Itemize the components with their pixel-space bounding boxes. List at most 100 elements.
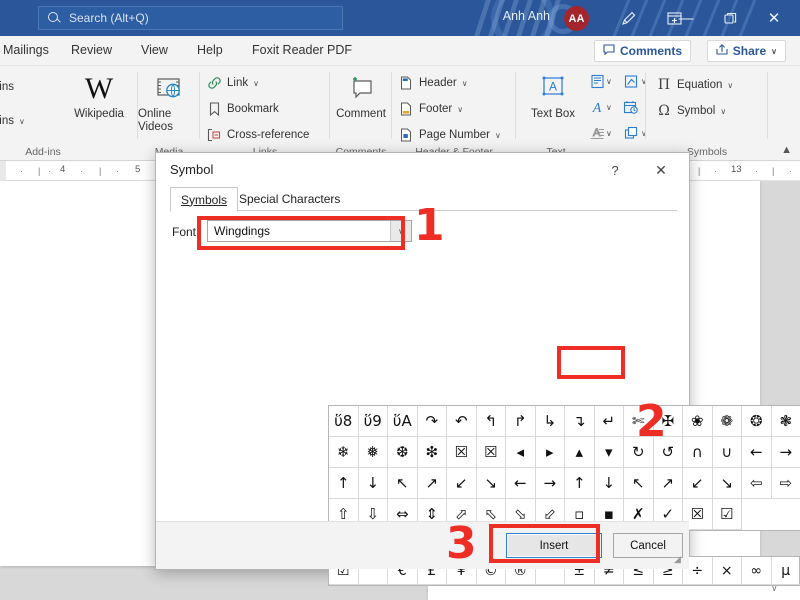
equation-button[interactable]: Π Equation ∨	[656, 74, 733, 96]
page-number-button[interactable]: Page Number ∨	[398, 124, 501, 146]
search-icon	[47, 11, 61, 25]
comments-button[interactable]: Comments	[593, 40, 691, 62]
symbol-grid-container[interactable]: ὕ8 ὕ9 ὕA ↷ ↶ ↰ ↱ ↳ ↴ ↵ ✄ ✠ ❀ ❁ ❂ ❃ ❄ ❅ ❆ ❇ ☒ ☒ ◂ ▸ ▴ ▾ ↻ ↺ ∩ ∪ ← → ↑ ↓ ↖ ↗ ↙…	[328, 405, 800, 531]
tab-symbols[interactable]: Symbols	[170, 187, 239, 212]
symbol-cell[interactable]: ↖	[624, 468, 654, 499]
symbol-cell[interactable]: ↓	[358, 468, 388, 499]
symbol-grid[interactable]: ὕ8 ὕ9 ὕA ↷ ↶ ↰ ↱ ↳ ↴ ↵ ✄ ✠ ❀ ❁ ❂ ❃ ❄ ❅ ❆ ❇ ☒ ☒ ◂ ▸ ▴ ▾ ↻ ↺ ∩ ∪ ← → ↑ ↓ ↖ ↗ ↙…	[329, 406, 800, 530]
symbol-cell[interactable]: ὕ9	[358, 406, 388, 437]
avatar[interactable]: AA	[564, 6, 589, 31]
recent-symbol-cell[interactable]: ×	[712, 557, 742, 585]
minimize-button[interactable]: —	[664, 0, 708, 36]
symbol-cell[interactable]: ∩	[683, 437, 713, 468]
symbol-cell[interactable]: ↰	[476, 406, 506, 437]
symbol-cell[interactable]: ὕA	[388, 406, 418, 437]
quick-parts-icon[interactable]	[586, 70, 608, 92]
symbol-cell[interactable]: ↵	[594, 406, 624, 437]
tab-foxit-reader-pdf[interactable]: Foxit Reader PDF	[245, 41, 359, 59]
chevron-down-icon[interactable]: ∨	[606, 129, 612, 138]
symbol-cell[interactable]: ❄	[329, 437, 359, 468]
tab-review[interactable]: Review	[64, 41, 119, 59]
symbol-cell[interactable]: ὕ8	[329, 406, 359, 437]
symbol-cell[interactable]: ↶	[447, 406, 477, 437]
signature-line-icon[interactable]	[620, 70, 642, 92]
symbol-cell[interactable]: →	[535, 468, 565, 499]
resize-grip-icon[interactable]: ◢	[674, 555, 686, 567]
symbol-cell[interactable]: ◂	[506, 437, 536, 468]
symbol-cell[interactable]: ☒	[447, 437, 477, 468]
symbol-cell[interactable]: ☒	[476, 437, 506, 468]
tab-special-characters[interactable]: Special Characters	[229, 187, 350, 211]
ribbon-group-addins: Add-ins Add-ins ∨ W Wikipedia Add-ins	[0, 66, 138, 161]
symbol-cell[interactable]: ↳	[535, 406, 565, 437]
symbol-cell[interactable]: ❀	[683, 406, 713, 437]
drop-cap-icon[interactable]: A	[586, 122, 608, 144]
object-icon[interactable]	[620, 122, 642, 144]
tab-view[interactable]: View	[134, 41, 175, 59]
symbol-cell[interactable]: ↴	[565, 406, 595, 437]
search-input[interactable]: Search (Alt+Q)	[38, 6, 343, 30]
close-icon[interactable]: ✕	[649, 160, 673, 180]
header-button[interactable]: Header ∨	[398, 72, 468, 94]
maximize-button[interactable]	[708, 0, 752, 36]
get-addins-button[interactable]: Add-ins	[0, 76, 14, 98]
symbol-cell[interactable]: ↗	[653, 468, 683, 499]
cross-reference-button[interactable]: Cross-reference	[206, 124, 309, 146]
text-box-button[interactable]: A Text Box	[522, 70, 584, 121]
symbol-cell[interactable]: ↖	[388, 468, 418, 499]
symbol-cell[interactable]: ⇦	[742, 468, 772, 499]
link-button[interactable]: Link ∨	[206, 72, 259, 94]
pen-highlighter-icon[interactable]	[606, 0, 650, 36]
symbol-cell[interactable]: ☑	[712, 499, 742, 530]
symbol-cell[interactable]: ❅	[358, 437, 388, 468]
symbol-cell[interactable]: ↙	[447, 468, 477, 499]
new-comment-button[interactable]: Comment	[330, 70, 392, 121]
symbol-cell[interactable]: ❇	[417, 437, 447, 468]
share-button[interactable]: Share ∨	[706, 40, 786, 62]
symbol-cell[interactable]: ↘	[476, 468, 506, 499]
symbol-cell[interactable]: ←	[742, 437, 772, 468]
recent-symbol-cell[interactable]: ∞	[742, 557, 772, 585]
footer-button[interactable]: Footer ∨	[398, 98, 463, 120]
account-name[interactable]: Anh Anh	[503, 9, 550, 23]
close-button[interactable]: ✕	[752, 0, 796, 36]
tab-mailings[interactable]: Mailings	[0, 41, 56, 59]
online-videos-button[interactable]: Online Videos	[138, 70, 200, 134]
symbol-cell[interactable]: ↑	[565, 468, 595, 499]
wordart-icon[interactable]: A	[586, 96, 608, 118]
wikipedia-button[interactable]: W Wikipedia	[68, 70, 130, 121]
symbol-cell[interactable]: ↘	[712, 468, 742, 499]
chevron-down-icon[interactable]: ∨	[606, 77, 612, 86]
date-time-icon[interactable]	[620, 96, 642, 118]
symbol-cell[interactable]: ❆	[388, 437, 418, 468]
new-comment-label: Comment	[336, 108, 386, 120]
my-addins-button[interactable]: Add-ins ∨	[0, 110, 25, 132]
symbol-cell[interactable]: ←	[506, 468, 536, 499]
symbol-cell[interactable]: ↱	[506, 406, 536, 437]
ribbon-group-media: Online Videos Media	[138, 66, 200, 161]
bookmark-button[interactable]: Bookmark	[206, 98, 279, 120]
symbol-cell[interactable]: ↓	[594, 468, 624, 499]
symbol-cell[interactable]: ▸	[535, 437, 565, 468]
symbol-cell[interactable]: ↙	[683, 468, 713, 499]
symbol-cell[interactable]: →	[771, 437, 800, 468]
symbol-cell[interactable]: ⇨	[771, 468, 800, 499]
chevron-down-icon: ∨	[19, 116, 25, 126]
symbol-cell[interactable]: ↷	[417, 406, 447, 437]
symbol-cell[interactable]: ∪	[712, 437, 742, 468]
symbol-cell[interactable]: ↗	[417, 468, 447, 499]
symbol-cell[interactable]: ↑	[329, 468, 359, 499]
collapse-ribbon-chevron-icon[interactable]: ▲	[781, 144, 792, 156]
symbol-cell[interactable]: ❁	[712, 406, 742, 437]
symbol-cell[interactable]: ❂	[742, 406, 772, 437]
ribbon-group-text: A Text Box ∨ ∨ A ∨ A ∨ ∨	[516, 66, 647, 161]
symbol-cell[interactable]: ▴	[565, 437, 595, 468]
symbol-cell[interactable]: ▾	[594, 437, 624, 468]
cancel-button[interactable]: Cancel	[613, 533, 683, 558]
symbol-button[interactable]: Ω Symbol ∨	[656, 100, 726, 122]
tab-help[interactable]: Help	[190, 41, 230, 59]
chevron-down-icon[interactable]: ∨	[606, 103, 612, 112]
symbol-cell[interactable]: ❃	[771, 406, 800, 437]
recent-symbol-cell[interactable]: μ	[771, 557, 800, 585]
help-question-icon[interactable]: ?	[603, 160, 627, 180]
